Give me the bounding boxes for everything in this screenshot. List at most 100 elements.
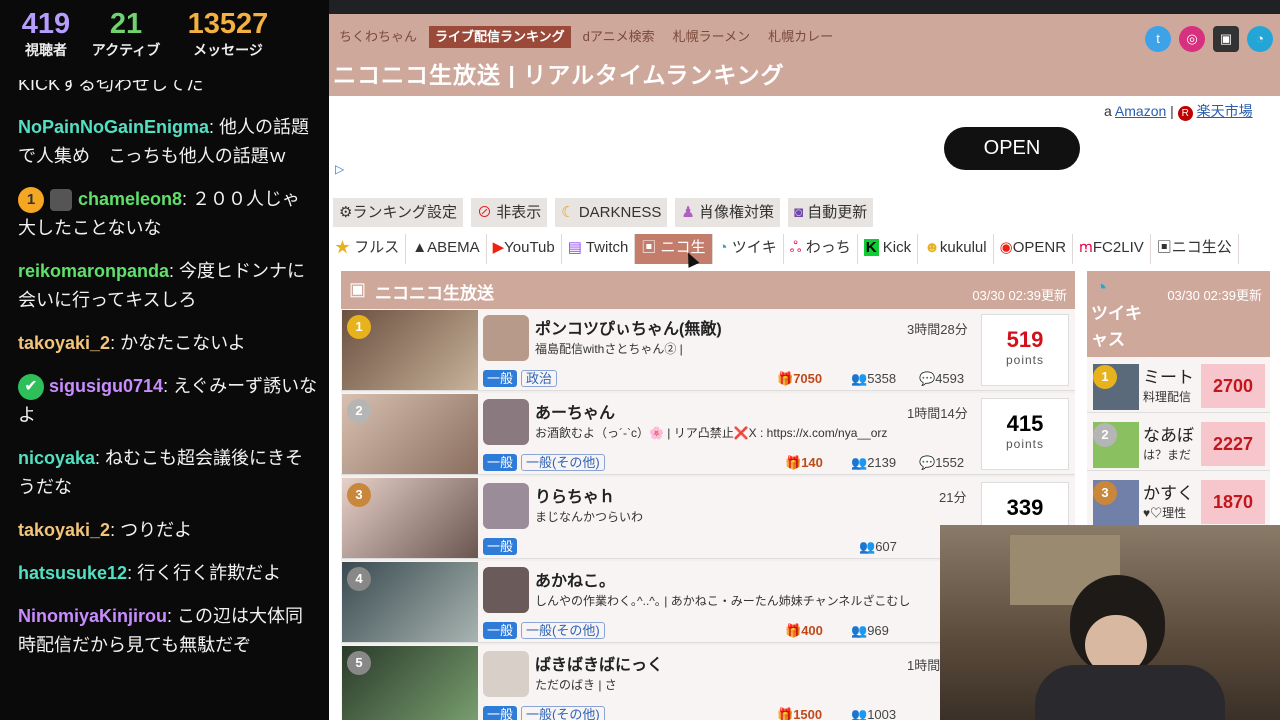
tv-icon: ▣	[1156, 239, 1172, 256]
category-tag[interactable]: 一般	[483, 706, 518, 720]
subcategory-tag[interactable]: 政治	[521, 370, 558, 387]
ranking-row[interactable]: 2 あーちゃん お酒飲むよ（っ´-`c）🌸 | リア凸禁止❌X : https:…	[341, 393, 1075, 475]
chat-user: NoPainNoGainEnigma	[18, 117, 210, 137]
rank-badge: 3	[1093, 481, 1117, 505]
side-panel-date: 03/30 02:39更新	[1167, 288, 1262, 303]
instagram-icon[interactable]: ◎	[1179, 26, 1205, 52]
side-ranking-row[interactable]: 3 かすく ♥♡理性 1870	[1087, 475, 1270, 529]
tab-twitcas[interactable]: ◔ ツイキ	[713, 234, 784, 264]
streamer-name[interactable]: ミート	[1143, 363, 1194, 388]
nav-sapporo-curry[interactable]: 札幌カレー	[762, 26, 839, 48]
nav-chikuwa[interactable]: ちくわちゃん	[333, 26, 423, 48]
gift-icon: 🎁	[785, 623, 802, 638]
portrait-rights-button[interactable]: ♟ 肖像権対策	[675, 198, 781, 227]
tab-fc2[interactable]: ꭑFC2LIV	[1073, 234, 1151, 264]
streamer-name[interactable]: あかねこ。	[535, 567, 615, 591]
streamer-name[interactable]: りらちゃｈ	[535, 483, 615, 507]
tab-label: わっち	[805, 239, 851, 256]
tab-kick[interactable]: K Kick	[858, 234, 919, 264]
streamer-avatar[interactable]	[483, 399, 529, 445]
hide-button[interactable]: ⊘ 非表示	[471, 198, 548, 227]
rakuten-link[interactable]: 楽天市場	[1197, 103, 1253, 119]
chat-message: takoyaki_2: つりだよ	[18, 516, 318, 545]
stream-title: お酒飲むよ（っ´-`c）🌸 | リア凸禁止❌X : https://x.com/…	[535, 426, 888, 440]
nav-live-ranking[interactable]: ライブ配信ランキング	[429, 26, 571, 48]
category-tag[interactable]: 一般	[483, 370, 518, 387]
viewer-count: 👥5358	[851, 371, 896, 387]
site-header: ちくわちゃん ライブ配信ランキング dアニメ検索 札幌ラーメン 札幌カレー ニコ…	[329, 14, 1280, 96]
ranking-row[interactable]: 1 ポンコツぴぃちゃん(無敵) 福島配信withさとちゃん② | 3時間28分 …	[341, 309, 1075, 391]
ad-open-button[interactable]: OPEN	[944, 127, 1080, 170]
streamer-name[interactable]: かすく	[1143, 479, 1194, 504]
chat-message: takoyaki_2: かなたこないよ	[18, 329, 318, 358]
darkness-button[interactable]: ☾ DARKNESS	[555, 198, 668, 227]
tab-youtube[interactable]: ▶YouTub	[487, 234, 562, 264]
rank-badge: 1	[1093, 365, 1117, 389]
nav-danime[interactable]: dアニメ検索	[577, 26, 661, 48]
side-panel-title: ツイキャス	[1091, 304, 1142, 349]
side-ranking-row[interactable]: 2 なあぼ は？まだ 2227	[1087, 417, 1270, 471]
tab-niconico-official[interactable]: ▣ニコ生公	[1151, 234, 1239, 264]
twitcasting-icon[interactable]: ◔	[1247, 26, 1273, 52]
shop-separator: |	[1170, 103, 1174, 119]
streamer-avatar[interactable]	[483, 651, 529, 697]
rank-badge: 1	[347, 315, 371, 339]
tab-abema[interactable]: ▲ABEMA	[406, 234, 487, 264]
comment-count: 💬1552	[919, 455, 964, 471]
people-icon: 👥	[851, 623, 868, 638]
points-value: 1870	[1201, 480, 1265, 524]
twitter-icon[interactable]: t	[1145, 26, 1171, 52]
panel-date: 03/30 02:39更新	[972, 288, 1067, 303]
nav-sapporo-ramen[interactable]: 札幌ラーメン	[667, 26, 756, 48]
amazon-link[interactable]: Amazon	[1115, 103, 1166, 119]
gift-value: 7050	[793, 371, 823, 386]
niconico-header-icon: ▣	[349, 279, 367, 299]
streamer-name[interactable]: ポンコツぴぃちゃん(無敵)	[535, 315, 722, 339]
panel-title: ニコニコ生放送	[375, 284, 494, 303]
tab-kukulu[interactable]: ☻kukulul	[918, 234, 994, 264]
chat-message: NoPainNoGainEnigma: 他人の話題で人集め こっちも他人の話題ｗ	[18, 113, 318, 171]
forbidden-icon: ⊘	[477, 204, 493, 221]
gift-value: 400	[801, 623, 823, 638]
streamer-name[interactable]: ばきばきばにっく	[535, 651, 663, 675]
auto-update-button[interactable]: ◙ 自動更新	[788, 198, 874, 227]
viewer-value: 1003	[867, 707, 897, 720]
tab-whowatch[interactable]: ஃ わっち	[784, 234, 858, 264]
ad-choices-icon[interactable]: ▷	[335, 162, 344, 176]
viewer-value: 607	[875, 539, 897, 554]
subscriber-badge: 1	[18, 187, 44, 214]
chat-user: takoyaki_2	[18, 333, 111, 353]
streamer-name[interactable]: なあぼ	[1143, 421, 1194, 446]
category-tag[interactable]: 一般	[483, 538, 518, 555]
bookmarks-bar	[329, 0, 1280, 14]
ranking-settings-button[interactable]: ⚙ランキング設定	[333, 198, 464, 227]
people-icon: 👥	[859, 539, 876, 554]
gift-icon: 🎁	[785, 455, 802, 470]
side-ranking-row[interactable]: 1 ミート 料理配信 2700	[1087, 359, 1270, 413]
tab-openrec[interactable]: ◉OPENR	[994, 234, 1074, 264]
subcategory-tag[interactable]: 一般(その他)	[521, 622, 605, 639]
toolbar: ⚙ランキング設定 ⊘ 非表示 ☾ DARKNESS ♟ 肖像権対策 ◙ 自動更新	[333, 198, 874, 227]
chat-user: hatsusuke12	[18, 563, 128, 583]
niconico-icon[interactable]: ▣	[1213, 26, 1239, 52]
chat-user: takoyaki_2	[18, 520, 111, 540]
gift-count: 🎁140	[785, 455, 823, 471]
chat-text: : つりだよ	[110, 520, 193, 540]
stream-title: ただのばき | さ	[535, 678, 617, 692]
category-tag[interactable]: 一般	[483, 454, 518, 471]
tab-niconico[interactable]: ▣ ニコ生	[635, 234, 713, 264]
category-tag[interactable]: 一般	[483, 622, 518, 639]
chat-user: nicoyaka	[18, 448, 96, 468]
subcategory-tag[interactable]: 一般(その他)	[521, 454, 605, 471]
subcategory-tag[interactable]: 一般(その他)	[521, 706, 605, 720]
tab-twitch[interactable]: ▤ Twitch	[562, 234, 636, 264]
streamer-avatar[interactable]	[483, 483, 529, 529]
streamer-avatar[interactable]	[483, 567, 529, 613]
streamer-name[interactable]: あーちゃん	[535, 399, 615, 423]
tab-label: ニコ生	[660, 239, 706, 256]
category: 一般 一般(その他)	[483, 452, 605, 471]
streamer-avatar[interactable]	[483, 315, 529, 361]
tab-full[interactable]: ★ フルス	[329, 234, 407, 264]
person-body	[1035, 665, 1225, 720]
character-icon: ♟	[681, 204, 695, 221]
